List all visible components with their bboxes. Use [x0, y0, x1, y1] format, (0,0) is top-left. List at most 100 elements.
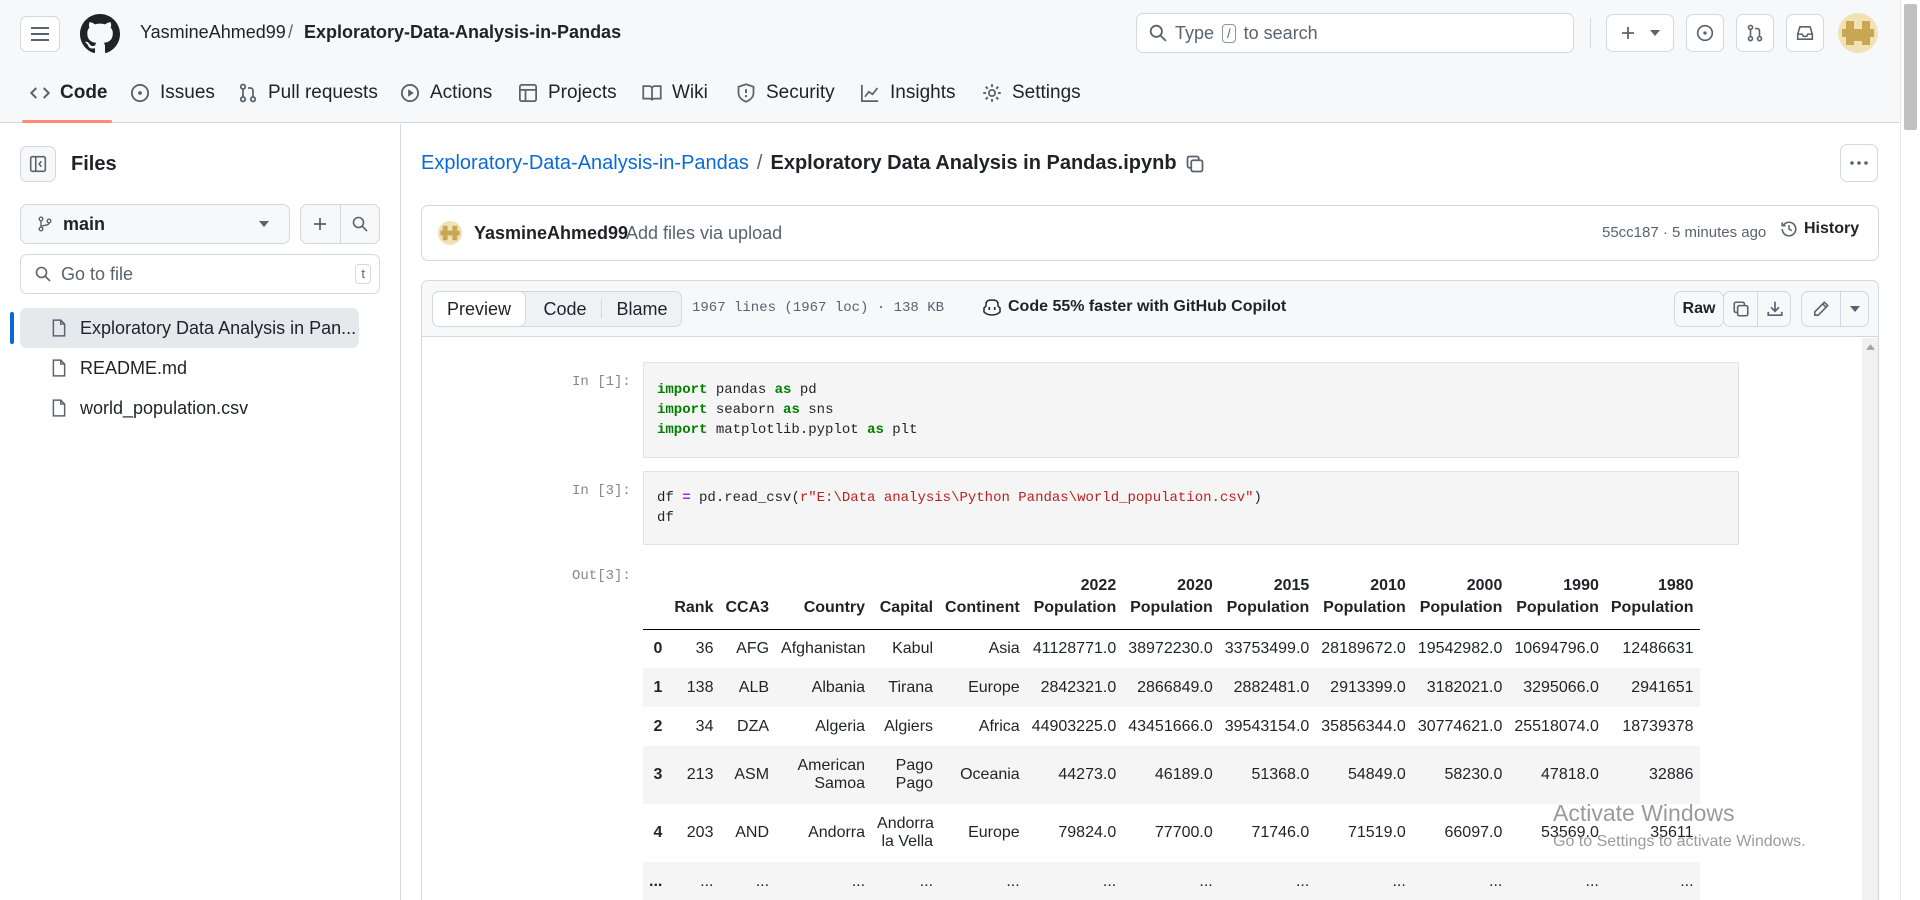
- code-cell-1: import pandas as pd import seaborn as sn…: [643, 362, 1739, 458]
- go-to-file-input[interactable]: Go to file t: [20, 254, 380, 294]
- table-cell: ...: [1102, 872, 1117, 890]
- view-tab-divider: [601, 300, 602, 318]
- copilot-promo[interactable]: Code 55% faster with GitHub Copilot: [982, 298, 1286, 316]
- table-cell: 54849.0: [1347, 766, 1406, 783]
- collapse-sidebar-button[interactable]: [20, 146, 56, 182]
- issues-button[interactable]: [1686, 14, 1724, 52]
- github-logo-icon[interactable]: [80, 14, 120, 54]
- file-item-notebook[interactable]: Exploratory Data Analysis in Pan...: [20, 308, 359, 348]
- table-cell: AFG: [736, 639, 770, 657]
- branch-selector[interactable]: main: [20, 204, 290, 244]
- table-cell: 35856344.0: [1321, 717, 1406, 735]
- breadcrumb-separator: /: [756, 152, 763, 174]
- table-cell: 2866849.0: [1137, 678, 1213, 696]
- tab-wiki[interactable]: Wiki: [642, 78, 708, 108]
- view-tab-code[interactable]: Code: [529, 292, 601, 326]
- inbox-button[interactable]: [1786, 14, 1824, 52]
- tab-projects[interactable]: Projects: [518, 78, 617, 108]
- code-line: import pandas as pd: [657, 382, 817, 398]
- page-scrollbar[interactable]: [1900, 0, 1920, 900]
- latest-commit-bar: YasmineAhmed99 Add files via upload 55cc…: [421, 205, 1879, 261]
- tab-pull-requests-label: Pull requests: [268, 82, 378, 103]
- table-cell: 28189672.0: [1321, 639, 1406, 657]
- page-scrollbar-thumb[interactable]: [1904, 4, 1917, 130]
- commit-author-avatar[interactable]: [438, 221, 462, 245]
- download-button[interactable]: [1758, 292, 1791, 326]
- tab-code-label: Code: [60, 82, 108, 103]
- add-file-button[interactable]: [300, 204, 380, 244]
- create-new-button[interactable]: [1606, 14, 1674, 52]
- column-header: CCA3: [719, 560, 776, 630]
- file-tree-sidebar: Files main Go to file t Exploratory Data…: [0, 124, 401, 900]
- commit-author[interactable]: YasmineAhmed99: [474, 223, 628, 244]
- tab-settings[interactable]: Settings: [982, 78, 1081, 108]
- table-cell: 35611: [1650, 824, 1694, 841]
- file-item-csv[interactable]: world_population.csv: [20, 388, 359, 428]
- copy-path-icon[interactable]: [1185, 154, 1205, 174]
- table-cell: 18739378: [1622, 717, 1694, 735]
- repo-owner-link[interactable]: YasmineAhmed99: [140, 22, 286, 43]
- column-header: 2010 Population: [1315, 560, 1412, 630]
- tab-pull-requests[interactable]: Pull requests: [238, 78, 378, 108]
- table-cell: 203: [686, 824, 714, 841]
- tab-issues[interactable]: Issues: [130, 78, 215, 108]
- repo-name-link[interactable]: Exploratory-Data-Analysis-in-Pandas: [304, 22, 621, 43]
- table-cell: ...: [919, 872, 934, 890]
- file-icon: [52, 359, 66, 377]
- table-cell: 32886: [1649, 766, 1694, 783]
- search-input[interactable]: Type / to search: [1136, 13, 1574, 53]
- commit-meta[interactable]: 55cc187 · 5 minutes ago: [1602, 224, 1766, 241]
- pull-requests-button[interactable]: [1736, 14, 1774, 52]
- view-tab-preview-label: Preview: [446, 298, 512, 319]
- view-tab-preview[interactable]: Preview: [432, 291, 526, 327]
- tab-actions[interactable]: Actions: [400, 78, 492, 108]
- raw-button-label: Raw: [1682, 300, 1716, 317]
- edit-dropdown-button[interactable]: [1841, 292, 1869, 326]
- user-avatar[interactable]: [1838, 13, 1878, 53]
- sidebar-title: Files: [71, 153, 117, 175]
- tab-settings-label: Settings: [1012, 82, 1081, 103]
- search-shortcut-key: /: [1222, 23, 1236, 43]
- raw-button[interactable]: Raw: [1674, 291, 1724, 327]
- chevron-down-icon: [259, 221, 269, 227]
- history-icon: [1781, 221, 1797, 237]
- file-stats: 1967 lines (1967 loc) · 138 KB: [692, 300, 945, 316]
- table-cell: 44273.0: [1058, 766, 1117, 783]
- tab-security[interactable]: Security: [736, 78, 835, 108]
- cell-1-prompt: In [1]:: [572, 374, 631, 390]
- view-tab-code-label: Code: [543, 298, 587, 319]
- table-cell: Albania: [811, 678, 866, 696]
- breadcrumb-repo-link[interactable]: Exploratory-Data-Analysis-in-Pandas: [421, 152, 749, 175]
- copy-raw-button[interactable]: [1724, 292, 1757, 326]
- tab-insights[interactable]: Insights: [860, 78, 955, 108]
- table-row: 1 138 ALB Albania Tirana Europe 2842321.0 28668…: [643, 668, 1700, 707]
- inbox-icon: [1796, 26, 1814, 40]
- table-cell: ...: [755, 872, 770, 890]
- menu-icon: [31, 27, 49, 41]
- table-cell: ...: [1295, 872, 1310, 890]
- table-cell: ALB: [738, 678, 770, 696]
- commit-message[interactable]: Add files via upload: [626, 223, 782, 244]
- view-tab-blame[interactable]: Blame: [603, 292, 681, 326]
- file-item-readme[interactable]: README.md: [20, 348, 359, 388]
- table-cell: Algeria: [815, 717, 866, 735]
- download-icon: [1766, 301, 1783, 317]
- issue-icon: [130, 83, 150, 103]
- table-cell: 12486631: [1622, 639, 1694, 657]
- table-cell: 33753499.0: [1224, 639, 1310, 657]
- table-cell: 30774621.0: [1417, 717, 1503, 735]
- top-header: YasmineAhmed99 / Exploratory-Data-Analys…: [0, 0, 1920, 123]
- table-cell: Europe: [968, 678, 1020, 696]
- search-icon: [1149, 24, 1167, 42]
- notebook-scrollbar[interactable]: [1862, 338, 1878, 900]
- table-row: .......................................: [643, 862, 1700, 900]
- tab-code[interactable]: Code: [30, 78, 108, 108]
- history-button[interactable]: History: [1780, 220, 1859, 238]
- table-cell: ...: [700, 872, 714, 890]
- more-options-button[interactable]: [1840, 144, 1878, 182]
- edit-file-button[interactable]: [1802, 292, 1840, 326]
- table-icon: [519, 84, 537, 102]
- hamburger-menu-button[interactable]: [20, 16, 60, 52]
- scroll-up-icon[interactable]: [1866, 344, 1875, 350]
- search-icon[interactable]: [352, 216, 368, 232]
